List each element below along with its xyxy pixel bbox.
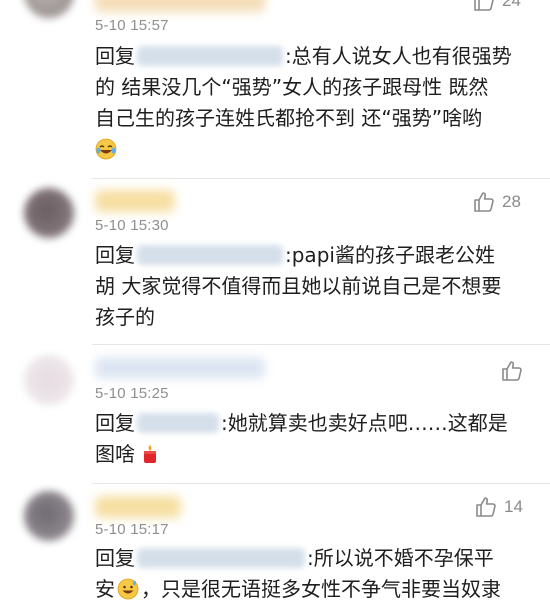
- comment-item: 5-10 15:30 28 回复 :papi酱的孩子跟老公姓 胡 大家觉得不值得而…: [0, 179, 550, 344]
- comment-time: 5-10 15:30: [95, 217, 169, 234]
- comment-body: 回复 :所以说不婚不孕保平 安 ，只是很无语挺多女性不争气非要当奴隶: [95, 543, 535, 605]
- thumbs-up-icon: [474, 0, 494, 11]
- comment-text-line: 孩子的: [95, 305, 155, 329]
- comment-text-line: ，只是很无语挺多女性不争气非要当奴隶: [141, 577, 501, 601]
- comment-time: 5-10 15:25: [95, 385, 169, 402]
- avatar[interactable]: [24, 0, 74, 18]
- comment-text-line: :总有人说女人也有很强势: [285, 44, 512, 68]
- comment-text-line: 安: [95, 577, 115, 601]
- comment-body: 回复 :总有人说女人也有很强势 的 结果没几个“强势”女人的孩子跟母性 既然 自己…: [95, 41, 535, 165]
- reply-label: 回复: [95, 44, 135, 68]
- laughing-tears-emoji-icon: [95, 138, 117, 160]
- avatar[interactable]: [24, 491, 74, 541]
- comment-body: 回复 :她就算卖也卖好点吧……这都是 图啥: [95, 408, 535, 470]
- like-count: 14: [504, 497, 523, 516]
- avatar[interactable]: [24, 188, 74, 238]
- comment-text-line: 图啥: [95, 442, 135, 466]
- like-button[interactable]: 14: [474, 494, 523, 520]
- comment-item: 5-10 15:25 回复 :她就算卖也卖好点吧……这都是 图啥: [0, 345, 550, 483]
- like-button[interactable]: 28: [472, 189, 521, 215]
- comment-body: 回复 :papi酱的孩子跟老公姓 胡 大家觉得不值得而且她以前说自己是不想要 孩子…: [95, 240, 535, 333]
- like-button[interactable]: [500, 358, 530, 384]
- mention-blurred[interactable]: [137, 548, 305, 568]
- comment-time: 5-10 15:57: [95, 17, 169, 34]
- reply-label: 回复: [95, 546, 135, 570]
- like-count: 24: [502, 0, 521, 10]
- mention-blurred[interactable]: [137, 46, 283, 66]
- red-candle-emoji-icon: [144, 445, 156, 463]
- like-count: 28: [502, 192, 521, 211]
- comment-text-line: :所以说不婚不孕保平: [307, 546, 494, 570]
- comment-text-line: 胡 大家觉得不值得而且她以前说自己是不想要: [95, 274, 502, 298]
- comment-item: 5-10 15:57 24 回复 :总有人说女人也有很强势 的 结果没几个“强势”…: [0, 0, 550, 180]
- thumbs-up-icon: [502, 361, 522, 381]
- comment-text-line: :papi酱的孩子跟老公姓: [285, 243, 495, 267]
- mention-blurred[interactable]: [137, 245, 283, 265]
- reply-label: 回复: [95, 243, 135, 267]
- grinning-sweat-emoji-icon: [117, 578, 139, 600]
- comment-time: 5-10 15:17: [95, 521, 169, 538]
- thumbs-up-icon: [476, 497, 496, 517]
- username-blurred[interactable]: [95, 357, 265, 379]
- comment-text-line: :她就算卖也卖好点吧……这都是: [221, 411, 508, 435]
- mention-blurred[interactable]: [137, 413, 219, 433]
- username-blurred[interactable]: [95, 496, 181, 518]
- username-blurred[interactable]: [95, 0, 265, 12]
- thumbs-up-icon: [474, 192, 494, 212]
- comment-item: 5-10 15:17 14 回复 :所以说不婚不孕保平 安 ，只是很无语挺多女性不争…: [0, 484, 550, 610]
- reply-label: 回复: [95, 411, 135, 435]
- comment-text-line: 自己生的孩子连姓氏都抢不到 还“强势”啥哟: [95, 106, 483, 130]
- avatar[interactable]: [24, 355, 74, 405]
- like-button[interactable]: 24: [472, 0, 521, 14]
- comment-text-line: 的 结果没几个“强势”女人的孩子跟母性 既然: [95, 75, 489, 99]
- username-blurred[interactable]: [95, 190, 175, 212]
